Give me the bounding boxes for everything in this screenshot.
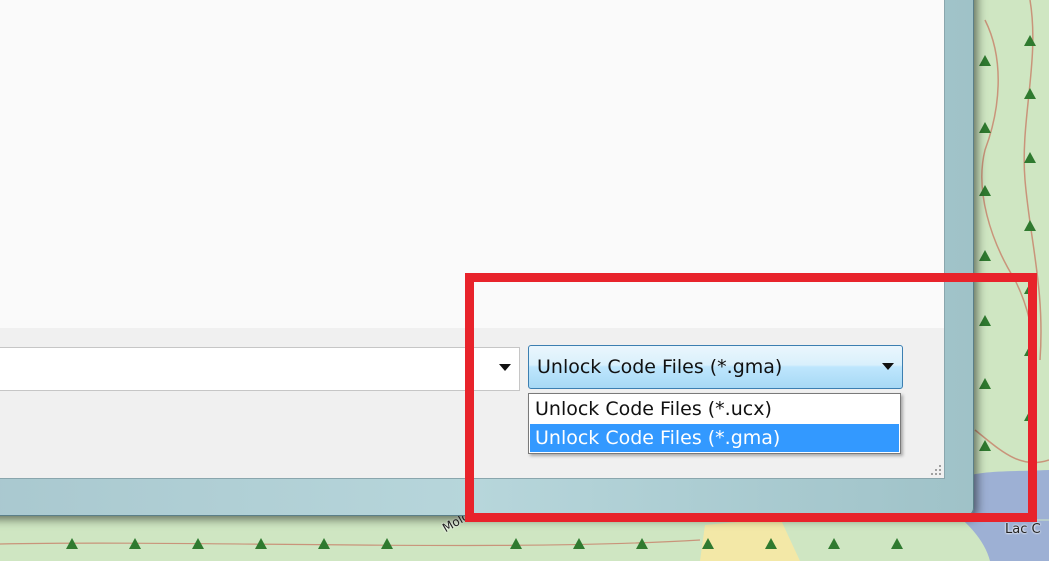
tree-icon xyxy=(1024,220,1036,231)
file-type-option-ucx[interactable]: Unlock Code Files (*.ucx) xyxy=(530,395,899,423)
tree-icon xyxy=(979,122,991,133)
map-label-lake: Lac C xyxy=(1005,522,1041,537)
dropdown-arrow-icon[interactable] xyxy=(499,364,511,371)
tree-icon xyxy=(979,315,991,326)
tree-icon xyxy=(573,538,585,549)
road-shape xyxy=(700,518,800,561)
dropdown-arrow-icon[interactable] xyxy=(882,363,894,370)
tree-icon xyxy=(1024,35,1036,46)
file-type-select[interactable]: Unlock Code Files (*.gma) xyxy=(528,345,903,389)
tree-icon xyxy=(1024,152,1036,163)
resize-grip-icon[interactable] xyxy=(930,464,942,476)
tree-icon xyxy=(828,538,840,549)
tree-icon xyxy=(510,538,522,549)
tree-icon xyxy=(1024,88,1036,99)
tree-icon xyxy=(979,185,991,196)
file-type-dropdown-list: Unlock Code Files (*.ucx) Unlock Code Fi… xyxy=(528,393,901,454)
contour-line xyxy=(0,539,701,547)
tree-icon xyxy=(979,55,991,66)
tree-icon xyxy=(1024,410,1036,421)
tree-icon xyxy=(891,538,903,549)
contour-line xyxy=(981,19,1035,401)
file-dialog-body: Unlock Code Files (*.gma) Unlock Code Fi… xyxy=(0,0,945,479)
tree-icon xyxy=(979,250,991,261)
tree-icon xyxy=(636,538,648,549)
file-dialog-window: Unlock Code Files (*.gma) Unlock Code Fi… xyxy=(0,0,974,516)
tree-icon xyxy=(318,538,330,549)
tree-icon xyxy=(979,378,991,389)
filename-combobox[interactable] xyxy=(0,347,520,391)
tree-icon xyxy=(1024,283,1036,294)
tree-icon xyxy=(381,538,393,549)
file-list-area[interactable] xyxy=(0,0,944,328)
file-type-option-gma[interactable]: Unlock Code Files (*.gma) xyxy=(530,424,899,452)
tree-icon xyxy=(255,538,267,549)
contour-line xyxy=(1023,0,1042,361)
file-type-selected-label: Unlock Code Files (*.gma) xyxy=(537,356,783,378)
